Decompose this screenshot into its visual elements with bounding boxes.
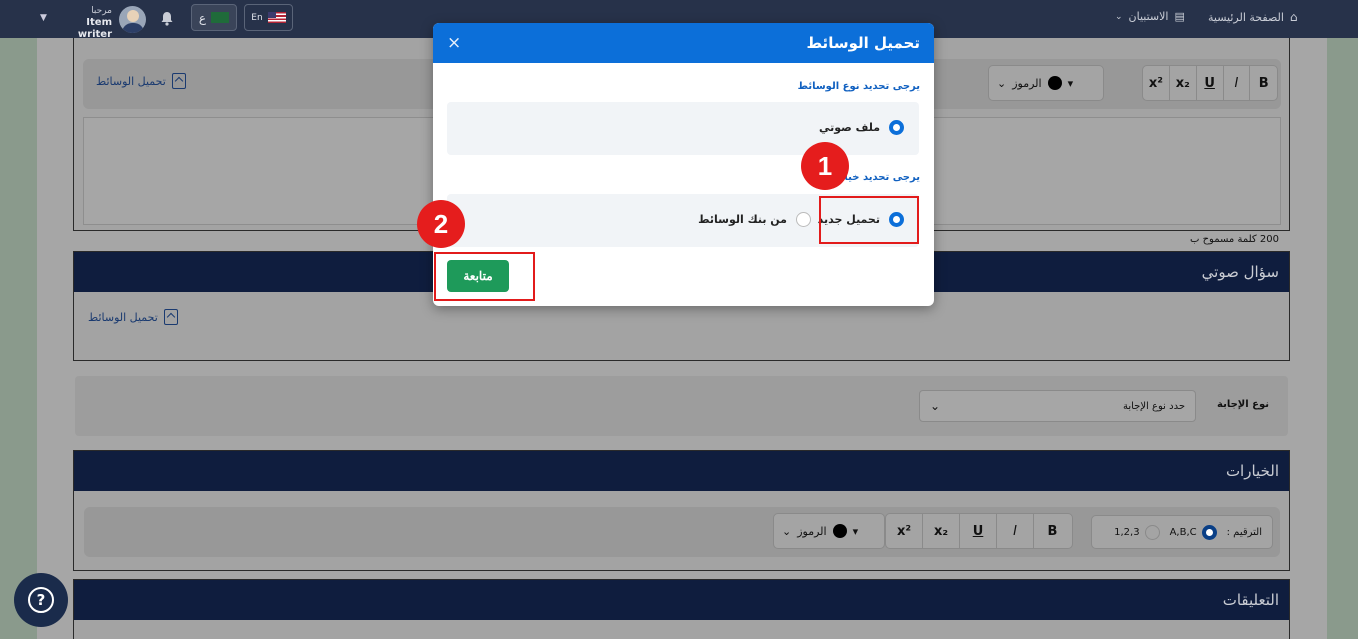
audio-question-title: سؤال صوتي bbox=[1201, 263, 1279, 281]
upload-media-link[interactable]: تحميل الوسائط bbox=[96, 73, 186, 89]
upload-media-label: تحميل الوسائط bbox=[96, 74, 166, 88]
us-flag-icon bbox=[267, 12, 286, 23]
nav-surveys[interactable]: ▤ الاستبيان ⌄ bbox=[1115, 10, 1185, 23]
bell-icon[interactable] bbox=[160, 11, 174, 26]
numbering-123-label: 1,2,3 bbox=[1114, 526, 1140, 538]
symbols-label: الرموز bbox=[1012, 76, 1042, 90]
nav-home[interactable]: ⌂ الصفحة الرئيسية bbox=[1208, 10, 1298, 24]
media-type-audio-option[interactable]: ملف صوتي bbox=[819, 120, 904, 135]
bold-button[interactable]: B bbox=[1250, 66, 1277, 100]
media-bank-label: من بنك الوسائط bbox=[698, 213, 787, 226]
modal-title: تحميل الوسائط bbox=[806, 34, 921, 52]
home-icon: ⌂ bbox=[1289, 10, 1298, 24]
numbering-selector: الترقيم : A,B,C 1,2,3 bbox=[1091, 515, 1273, 549]
numbering-abc-label: A,B,C bbox=[1169, 526, 1197, 538]
saudi-flag-icon bbox=[211, 12, 230, 23]
media-type-prompt: يرجى تحديد نوع الوسائط bbox=[797, 81, 920, 92]
numbering-option-abc[interactable]: A,B,C bbox=[1169, 524, 1217, 540]
media-type-options: ملف صوتي bbox=[447, 102, 919, 155]
avatar[interactable] bbox=[119, 6, 146, 33]
step-2-badge: 2 bbox=[417, 200, 465, 248]
answer-type-row: نوع الإجابة حدد نوع الإجابة ⌄ bbox=[75, 376, 1288, 436]
media-bank-option[interactable]: من بنك الوسائط bbox=[698, 212, 811, 227]
superscript-button[interactable]: x² bbox=[886, 514, 923, 548]
radio-unchecked-icon bbox=[796, 212, 811, 227]
comments-header: التعليقات bbox=[74, 580, 1289, 620]
choices-header: الخيارات bbox=[74, 451, 1289, 491]
subscript-button[interactable]: x₂ bbox=[1170, 66, 1197, 100]
chevron-down-icon: ⌄ bbox=[1115, 11, 1123, 22]
subscript-button[interactable]: x₂ bbox=[923, 514, 960, 548]
help-button[interactable]: ? bbox=[14, 573, 68, 627]
lang-english-label: En bbox=[251, 12, 263, 23]
italic-button[interactable]: I bbox=[997, 514, 1034, 548]
question-mark-icon: ? bbox=[28, 587, 54, 613]
highlight-box-new-upload bbox=[819, 196, 919, 244]
nav-surveys-label: الاستبيان bbox=[1128, 10, 1169, 23]
highlight-box-continue bbox=[434, 252, 535, 301]
chevron-down-icon: ⌄ bbox=[997, 76, 1007, 90]
nav-home-label: الصفحة الرئيسية bbox=[1208, 10, 1284, 24]
lang-english-button[interactable]: En bbox=[244, 4, 293, 31]
choices-title: الخيارات bbox=[1225, 462, 1279, 480]
underline-button[interactable]: U bbox=[960, 514, 997, 548]
user-menu-caret-icon[interactable]: ▼ bbox=[40, 13, 47, 23]
bold-button[interactable]: B bbox=[1034, 514, 1071, 548]
word-limit-text: 200 كلمة مسموح ب bbox=[1190, 234, 1279, 245]
radio-checked-icon bbox=[889, 120, 904, 135]
color-picker-icon[interactable] bbox=[832, 524, 847, 538]
choice-prompt: يرجى تحديد خيار bbox=[838, 172, 920, 183]
survey-icon: ▤ bbox=[1174, 10, 1185, 23]
caret-down-icon: ▾ bbox=[1067, 76, 1074, 90]
choices-symbols-dropdown[interactable]: ⌄ الرموز ▾ bbox=[773, 513, 885, 549]
greeting-text: مرحبا bbox=[91, 6, 112, 16]
step-1-badge: 1 bbox=[801, 142, 849, 190]
format-button-group: x² x₂ U I B bbox=[1142, 65, 1278, 101]
user-greeting[interactable]: مرحبا Item writer bbox=[58, 5, 112, 41]
underline-button[interactable]: U bbox=[1197, 66, 1224, 100]
comments-title: التعليقات bbox=[1222, 591, 1279, 609]
radio-unchecked-icon bbox=[1144, 524, 1160, 540]
audio-upload-label: تحميل الوسائط bbox=[88, 310, 158, 324]
file-upload-icon bbox=[171, 73, 186, 89]
answer-type-placeholder: حدد نوع الإجابة bbox=[1122, 400, 1185, 412]
answer-type-label: نوع الإجابة bbox=[1217, 399, 1269, 410]
audio-upload-media-link[interactable]: تحميل الوسائط bbox=[88, 309, 178, 325]
italic-button[interactable]: I bbox=[1224, 66, 1251, 100]
choices-format-button-group: x² x₂ U I B bbox=[885, 513, 1073, 549]
radio-checked-icon bbox=[1201, 524, 1217, 540]
modal-header: تحميل الوسائط × bbox=[433, 23, 934, 63]
choices-card: الخيارات الترقيم : A,B,C 1,2,3 x² x₂ U I… bbox=[73, 450, 1290, 571]
media-type-audio-label: ملف صوتي bbox=[818, 121, 880, 134]
chevron-down-icon: ⌄ bbox=[782, 524, 792, 538]
symbols-label: الرموز bbox=[797, 524, 827, 538]
lang-arabic-button[interactable]: ع bbox=[191, 4, 237, 31]
comments-card: التعليقات bbox=[73, 579, 1290, 639]
superscript-button[interactable]: x² bbox=[1143, 66, 1170, 100]
caret-down-icon: ▾ bbox=[852, 524, 859, 538]
answer-type-select[interactable]: حدد نوع الإجابة ⌄ bbox=[919, 390, 1196, 422]
numbering-option-123[interactable]: 1,2,3 bbox=[1114, 524, 1160, 540]
close-icon[interactable]: × bbox=[447, 33, 461, 53]
color-picker-icon[interactable] bbox=[1047, 76, 1062, 90]
lang-arabic-label: ع bbox=[198, 10, 207, 25]
numbering-label: الترقيم : bbox=[1226, 526, 1262, 538]
symbols-dropdown[interactable]: ⌄ الرموز ▾ bbox=[988, 65, 1104, 101]
file-upload-icon bbox=[163, 309, 178, 325]
chevron-down-icon: ⌄ bbox=[930, 399, 941, 413]
